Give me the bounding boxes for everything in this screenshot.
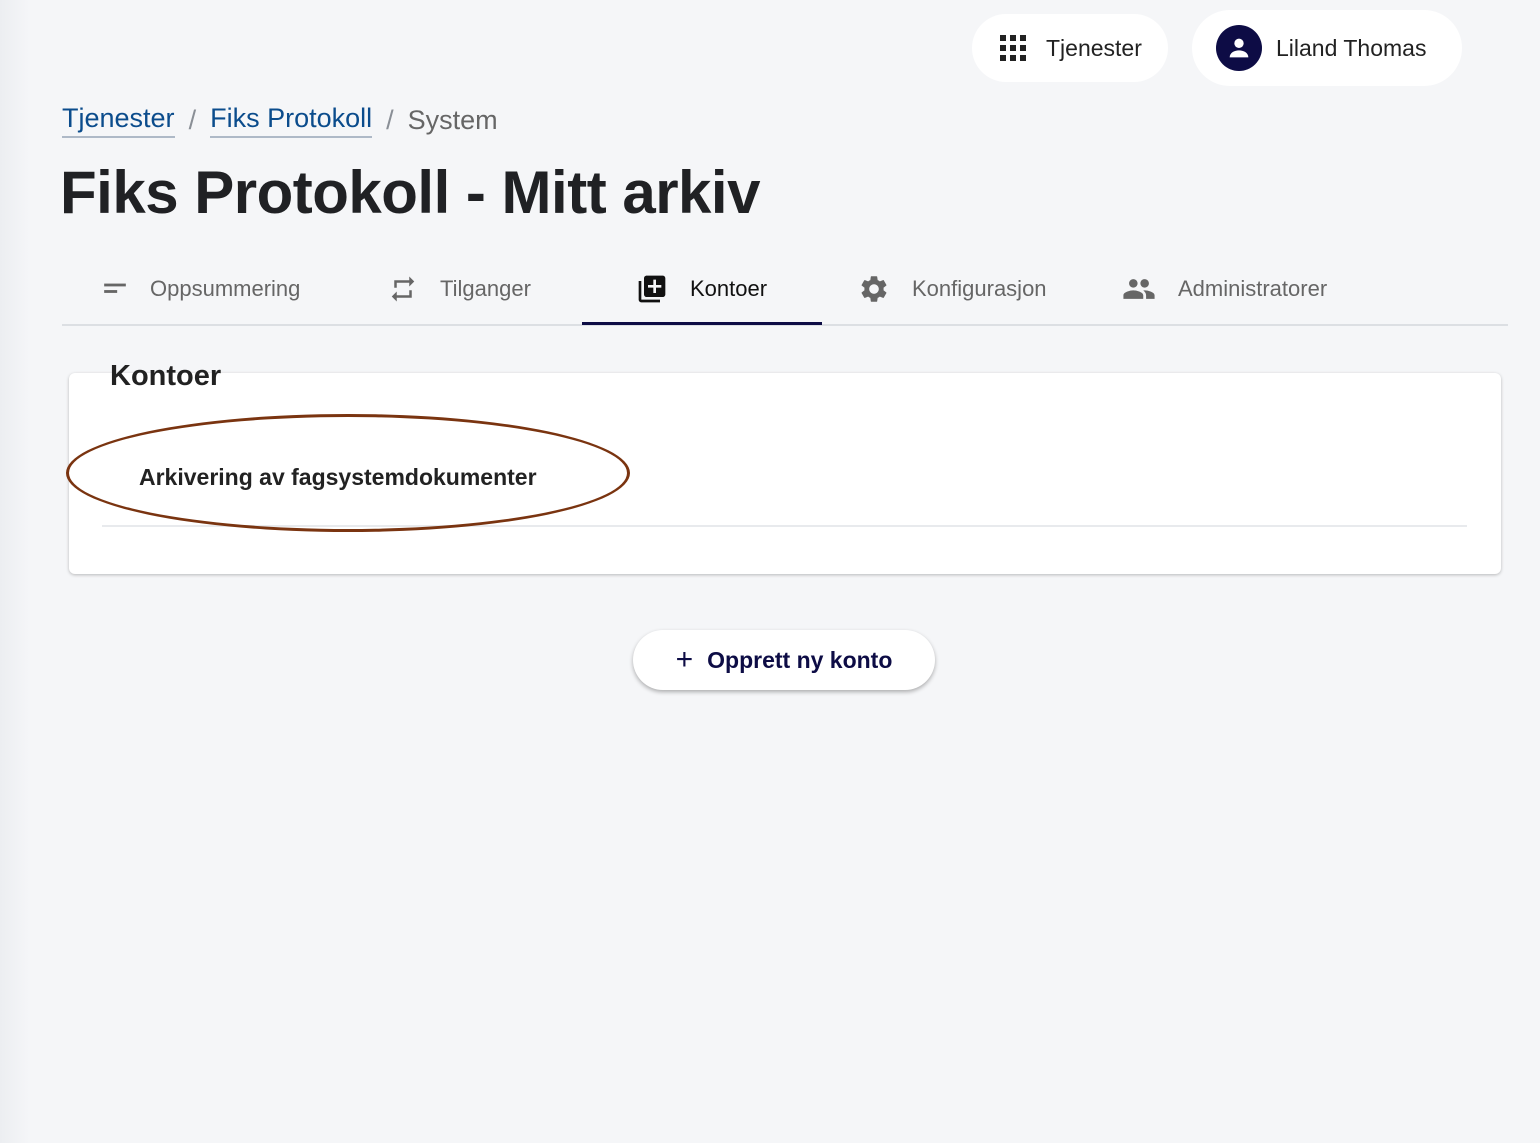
library-add-icon: [636, 273, 668, 305]
breadcrumb-separator: /: [386, 104, 394, 135]
page-title: Fiks Protokoll - Mitt arkiv: [60, 159, 760, 226]
breadcrumb-separator: /: [188, 104, 197, 135]
apps-grid-icon: [1000, 35, 1026, 61]
tab-bar: Oppsummering Tilganger Kontoer Konfigura…: [62, 254, 1508, 326]
left-shade: [0, 0, 30, 1143]
tab-label: Oppsummering: [150, 276, 301, 301]
gear-icon: [858, 273, 890, 305]
tab-oppsummering[interactable]: Oppsummering: [102, 254, 300, 324]
tab-label: Tilganger: [440, 276, 531, 301]
active-tab-indicator: [582, 322, 822, 325]
services-menu-button[interactable]: Tjenester: [972, 14, 1168, 82]
create-account-label: Opprett ny konto: [707, 646, 893, 673]
tab-kontoer[interactable]: Kontoer: [636, 254, 767, 324]
tab-konfigurasjon[interactable]: Konfigurasjon: [858, 254, 1047, 324]
breadcrumb-current: System: [407, 104, 498, 135]
tab-label: Kontoer: [690, 276, 768, 301]
accounts-card-title: Kontoer: [110, 360, 222, 392]
create-account-button[interactable]: + Opprett ny konto: [633, 630, 935, 690]
breadcrumb: Tjenester / Fiks Protokoll / System: [62, 100, 498, 140]
tab-administratorer[interactable]: Administratorer: [1122, 254, 1327, 324]
repeat-icon: [388, 274, 418, 304]
user-avatar-icon: [1216, 25, 1262, 71]
tab-label: Konfigurasjon: [912, 276, 1047, 301]
user-menu-button[interactable]: Liland Thomas: [1192, 10, 1462, 86]
tab-label: Administratorer: [1178, 276, 1328, 301]
short-text-icon: [102, 276, 128, 302]
user-name: Liland Thomas: [1276, 34, 1427, 61]
services-label: Tjenester: [1046, 34, 1142, 61]
highlight-annotation-ellipse: [66, 414, 630, 532]
breadcrumb-link-fiks-protokoll[interactable]: Fiks Protokoll: [210, 103, 373, 138]
breadcrumb-link-tjenester[interactable]: Tjenester: [62, 103, 175, 138]
plus-icon: +: [675, 643, 694, 676]
people-icon: [1122, 272, 1156, 306]
tab-tilganger[interactable]: Tilganger: [388, 254, 531, 324]
